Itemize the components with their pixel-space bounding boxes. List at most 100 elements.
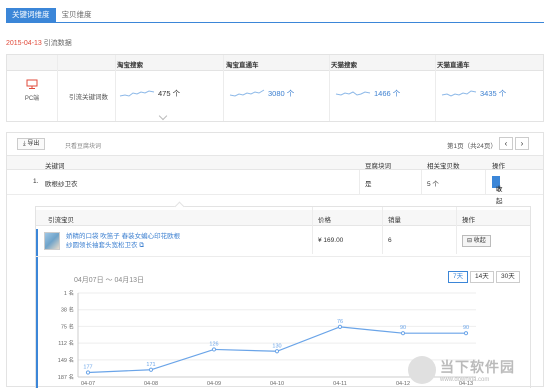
- tab-item-dimension[interactable]: 宝贝维度: [56, 8, 98, 22]
- data-label: 126: [209, 341, 218, 347]
- divider: [435, 55, 436, 121]
- only-tofu-filter[interactable]: 只看豆腐块词: [65, 141, 101, 150]
- stat-taobao-ztc: 3080 个: [229, 87, 294, 99]
- divider: [485, 170, 486, 194]
- keyword-panel: ⤓ 导出 只看豆腐块词 第1页（共24页） ‹ › 关键词 豆腐块词 相关宝贝数…: [6, 132, 544, 388]
- range-30d-button[interactable]: 30天: [496, 271, 520, 283]
- watermark-name: 当下软件园: [440, 359, 515, 375]
- data-label: 177: [83, 364, 92, 370]
- stat-value: 1466 个: [374, 88, 401, 98]
- y-tick-label: 1 名: [64, 289, 74, 297]
- report-date: 2015-04-13: [6, 40, 42, 47]
- divider: [115, 55, 116, 121]
- th-price: 价格: [318, 217, 331, 224]
- export-button[interactable]: ⤓ 导出: [17, 138, 46, 150]
- item-count: 5 个: [427, 181, 439, 188]
- date-range: 04月07日 ～ 04月13日: [74, 277, 145, 284]
- data-point: [274, 349, 280, 354]
- export-label: 导出: [27, 141, 40, 147]
- y-tick-label: 149 名: [58, 356, 74, 364]
- col-taobao-search: 淘宝搜索: [117, 62, 143, 69]
- sparkline-icon: [335, 91, 371, 96]
- th-item-count: 相关宝贝数: [427, 163, 460, 170]
- sparkline-icon: [229, 89, 265, 97]
- summary-header: 淘宝搜索 淘宝直通车 天猫搜索 天猫直通车: [7, 55, 543, 71]
- monitor-icon: [26, 79, 38, 89]
- col-tmall-search: 天猫搜索: [331, 62, 357, 69]
- th-product: 引流宝贝: [48, 217, 74, 224]
- col-taobao-ztc: 淘宝直通车: [226, 62, 259, 69]
- data-point: [148, 367, 154, 372]
- stat-value: 475 个: [158, 88, 181, 98]
- row-index: 1.: [33, 178, 39, 185]
- row-label-keyword-count: 引流关键词数: [69, 94, 108, 101]
- data-point: [463, 331, 469, 336]
- th-item-action: 操作: [462, 217, 475, 224]
- product-sales: 6: [388, 237, 392, 244]
- table-row: 1. 欧根纱卫衣 是 5 个 ⊟ 收起: [7, 170, 543, 205]
- device-label: PC端: [24, 96, 40, 102]
- product-link[interactable]: 娇精的口袋 吹笛子 春装女蝙心印花欧根 纱圆领长袖套头宽松卫衣 ⧉: [66, 232, 246, 250]
- tofu-flag: 是: [365, 181, 372, 188]
- toolbar: ⤓ 导出 只看豆腐块词 第1页（共24页） ‹ ›: [7, 133, 543, 155]
- x-tick-label: 04-09: [207, 381, 221, 387]
- download-icon: ⤓: [23, 141, 26, 147]
- divider: [57, 55, 58, 121]
- stat-tmall-search: 1466 个: [335, 87, 400, 99]
- stat-value: 3435 个: [480, 88, 507, 98]
- sparkline-icon: [441, 90, 477, 97]
- divider: [359, 170, 360, 194]
- prev-page-button[interactable]: ‹: [499, 137, 513, 150]
- external-link-icon: ⧉: [139, 242, 144, 249]
- range-14d-button[interactable]: 14天: [470, 271, 494, 283]
- x-tick-label: 04-11: [333, 381, 347, 387]
- product-title-line2: 纱圆领长袖套头宽松卫衣: [66, 242, 138, 249]
- data-label: 171: [146, 362, 155, 368]
- range-7d-button[interactable]: 7天: [448, 271, 469, 283]
- data-point: [85, 370, 91, 375]
- th-keyword: 关键词: [45, 163, 65, 170]
- sparkline-icon: [119, 90, 155, 97]
- tab-keyword-dimension[interactable]: 关键词维度: [6, 8, 56, 22]
- next-page-button[interactable]: ›: [515, 137, 529, 150]
- collapse-button[interactable]: ⊟ 收起: [492, 176, 503, 205]
- collapse-icon: ⊟: [467, 238, 473, 244]
- divider: [421, 170, 422, 194]
- collapse-label: 收起: [473, 238, 486, 244]
- data-label: 90: [463, 325, 469, 331]
- keyword-text: 欧根纱卫衣: [45, 181, 78, 188]
- y-tick-label: 75 名: [61, 322, 74, 330]
- y-tick-label: 38 名: [61, 306, 74, 314]
- x-tick-label: 04-08: [144, 381, 158, 387]
- pc-device: PC端: [17, 79, 47, 102]
- data-point: [337, 324, 343, 329]
- page-title: 2015-04-13 引流数据: [6, 38, 72, 48]
- data-point: [400, 331, 406, 336]
- th-sales: 销量: [388, 217, 401, 224]
- th-tofu: 豆腐块词: [365, 163, 391, 170]
- product-price: ¥ 169.00: [318, 237, 344, 244]
- keyword-table-header: 关键词 豆腐块词 相关宝贝数 操作: [7, 155, 543, 170]
- col-tmall-ztc: 天猫直通车: [437, 62, 470, 69]
- y-tick-label: 187 名: [58, 373, 74, 381]
- x-tick-label: 04-10: [270, 381, 284, 387]
- watermark: 当下软件园 www.downxia.com: [408, 356, 515, 384]
- item-collapse-button[interactable]: ⊟ 收起: [462, 235, 491, 247]
- data-label: 76: [337, 319, 343, 325]
- data-label: 130: [272, 343, 281, 349]
- product-thumbnail[interactable]: [44, 232, 60, 250]
- data-label: 90: [400, 325, 406, 331]
- data-point: [211, 347, 217, 352]
- x-tick-label: 04-07: [81, 381, 95, 387]
- stat-tmall-ztc: 3435 个: [441, 87, 506, 99]
- divider: [329, 55, 330, 121]
- stat-value: 3080 个: [268, 88, 295, 98]
- watermark-logo: [408, 356, 436, 384]
- divider: [223, 55, 224, 121]
- product-title-line1: 娇精的口袋 吹笛子 春装女蝙心印花欧根: [66, 233, 181, 240]
- pager-info: 第1页（共24页）: [447, 143, 497, 150]
- collapse-label: 收起: [496, 186, 503, 205]
- watermark-url: www.downxia.com: [440, 377, 490, 383]
- tab-underline: [6, 22, 544, 23]
- report-title: 引流数据: [43, 40, 72, 47]
